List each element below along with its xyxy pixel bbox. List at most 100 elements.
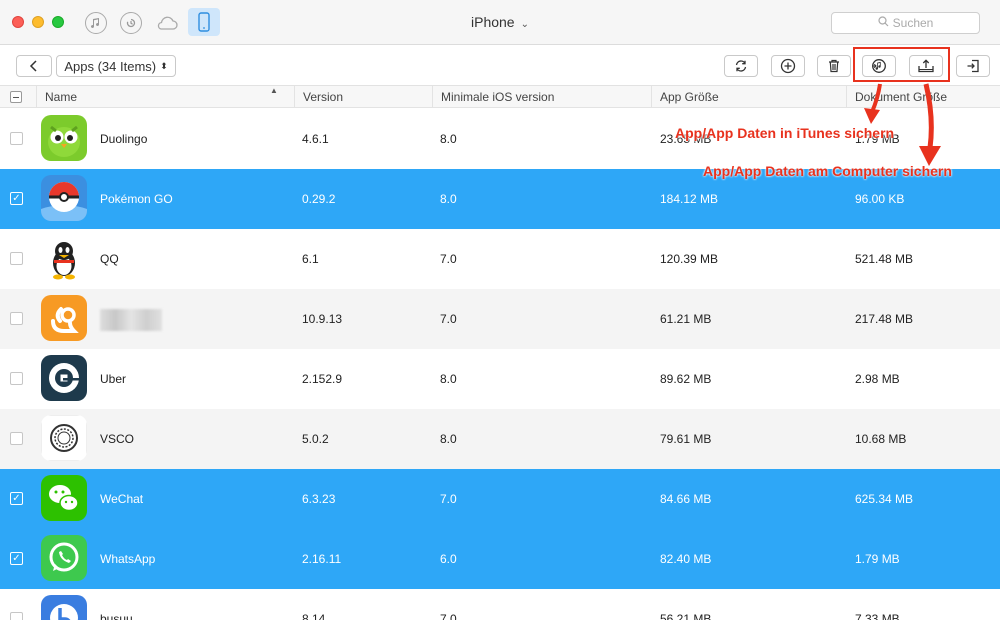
redacted-name-blur — [100, 308, 162, 331]
app-min-ios: 8.0 — [440, 372, 457, 386]
apps-select-label: Apps (34 Items) — [64, 58, 157, 74]
table-row[interactable]: ✓ WhatsApp 2.16.11 6.0 82.40 MB 1.79 MB — [0, 529, 1000, 589]
minus-checkbox-icon — [10, 91, 22, 103]
row-checkbox[interactable] — [10, 372, 23, 385]
pokemon-go-app-icon — [41, 175, 87, 221]
table-row[interactable]: VSCO 5.0.2 8.0 79.61 MB 10.68 MB — [0, 409, 1000, 469]
refresh-icon — [735, 60, 747, 72]
sign-in-icon — [967, 59, 979, 73]
whatsapp-app-icon — [41, 535, 87, 581]
app-min-ios: 8.0 — [440, 432, 457, 446]
import-button[interactable] — [956, 55, 990, 77]
app-size: 82.40 MB — [660, 552, 712, 566]
back-button[interactable] — [16, 55, 52, 77]
app-min-ios: 7.0 — [440, 612, 457, 620]
column-name-label: Name — [45, 90, 78, 104]
app-min-ios: 7.0 — [440, 492, 457, 506]
column-doc-size-label: Dokument Größe — [855, 90, 948, 104]
doc-size: 2.98 MB — [855, 372, 900, 386]
app-size: 84.66 MB — [660, 492, 712, 506]
column-version[interactable]: Version — [294, 86, 432, 108]
app-name: QQ — [100, 252, 119, 266]
doc-size: 10.68 MB — [855, 432, 907, 446]
table-header: Name ▲ Version Minimale iOS version App … — [0, 86, 1000, 108]
column-min-ios-label: Minimale iOS version — [441, 90, 555, 104]
app-size: 61.21 MB — [660, 312, 712, 326]
row-checkbox[interactable] — [10, 432, 23, 445]
table-row[interactable]: ✓ WeChat 6.3.23 7.0 84.66 MB 625.34 MB — [0, 469, 1000, 529]
chevron-left-icon — [29, 60, 37, 72]
row-checkbox[interactable] — [10, 612, 23, 620]
row-checkbox[interactable] — [10, 132, 23, 145]
sort-ascending-icon: ▲ — [270, 86, 278, 95]
app-name-redacted — [100, 289, 162, 349]
doc-size: 1.79 MB — [855, 552, 900, 566]
app-name: Pokémon GO — [100, 192, 173, 206]
app-name: WhatsApp — [100, 552, 156, 566]
app-size: 79.61 MB — [660, 432, 712, 446]
app-version: 5.0.2 — [302, 432, 329, 446]
chevron-down-icon: ⌄ — [520, 19, 529, 30]
app-version: 2.16.11 — [302, 552, 342, 566]
column-name[interactable]: Name — [36, 86, 294, 108]
uc-browser-app-icon — [41, 295, 87, 341]
add-button[interactable] — [771, 55, 805, 77]
refresh-button[interactable] — [724, 55, 758, 77]
doc-size: 217.48 MB — [855, 312, 914, 326]
plus-circle-icon — [780, 58, 796, 74]
delete-button[interactable] — [817, 55, 851, 77]
apps-category-select[interactable]: Apps (34 Items) ⬍ — [56, 55, 176, 77]
doc-size: 625.34 MB — [855, 492, 914, 506]
row-checkbox[interactable] — [10, 252, 23, 265]
app-name: WeChat — [100, 492, 144, 506]
search-input[interactable]: Suchen — [831, 12, 980, 34]
column-app-size-label: App Größe — [660, 90, 719, 104]
app-min-ios: 7.0 — [440, 312, 457, 326]
app-version: 0.29.2 — [302, 192, 336, 206]
app-version: 8.14 — [302, 612, 326, 620]
row-checkbox[interactable]: ✓ — [10, 492, 23, 505]
toolbar: Apps (34 Items) ⬍ — [0, 46, 1000, 86]
column-app-size[interactable]: App Größe — [651, 86, 846, 108]
search-placeholder: Suchen — [892, 16, 934, 30]
table-row[interactable]: Uber 2.152.9 8.0 89.62 MB 2.98 MB — [0, 349, 1000, 409]
app-version: 6.1 — [302, 252, 319, 266]
app-version: 10.9.13 — [302, 312, 343, 326]
trash-icon — [829, 59, 839, 73]
highlight-box — [853, 47, 950, 82]
app-version: 4.6.1 — [302, 132, 329, 146]
app-name: Uber — [100, 372, 127, 386]
app-min-ios: 8.0 — [440, 132, 457, 146]
row-checkbox[interactable] — [10, 312, 23, 325]
app-min-ios: 7.0 — [440, 252, 457, 266]
app-min-ios: 8.0 — [440, 192, 457, 206]
select-all-checkbox[interactable] — [0, 86, 36, 108]
vsco-app-icon — [41, 415, 87, 461]
column-min-ios[interactable]: Minimale iOS version — [432, 86, 651, 108]
app-min-ios: 6.0 — [440, 552, 457, 566]
uber-app-icon — [41, 355, 87, 401]
title-bar: iPhone ⌄ Suchen — [0, 0, 1000, 45]
annotation-computer-backup: App/App Daten am Computer sichern — [703, 163, 952, 179]
qq-app-icon — [41, 235, 87, 281]
table-row[interactable]: busuu 8.14 7.0 56.21 MB 7.33 MB — [0, 589, 1000, 620]
table-row[interactable]: 10.9.13 7.0 61.21 MB 217.48 MB — [0, 289, 1000, 349]
app-version: 2.152.9 — [302, 372, 343, 386]
app-name: Duolingo — [100, 132, 148, 146]
app-size: 56.21 MB — [660, 612, 712, 620]
annotation-itunes-backup: App/App Daten in iTunes sichern — [675, 125, 895, 141]
updown-chevron-icon: ⬍ — [160, 60, 168, 71]
row-checkbox[interactable]: ✓ — [10, 192, 23, 205]
doc-size: 7.33 MB — [855, 612, 900, 620]
app-size: 120.39 MB — [660, 252, 719, 266]
table-row[interactable]: QQ 6.1 7.0 120.39 MB 521.48 MB — [0, 229, 1000, 289]
app-name: busuu — [100, 612, 133, 620]
column-version-label: Version — [303, 90, 344, 104]
column-doc-size[interactable]: Dokument Größe — [846, 86, 1000, 108]
search-icon — [878, 16, 889, 30]
app-name: VSCO — [100, 432, 135, 446]
app-version: 6.3.23 — [302, 492, 336, 506]
row-checkbox[interactable]: ✓ — [10, 552, 23, 565]
app-size: 89.62 MB — [660, 372, 712, 386]
wechat-app-icon — [41, 475, 87, 521]
